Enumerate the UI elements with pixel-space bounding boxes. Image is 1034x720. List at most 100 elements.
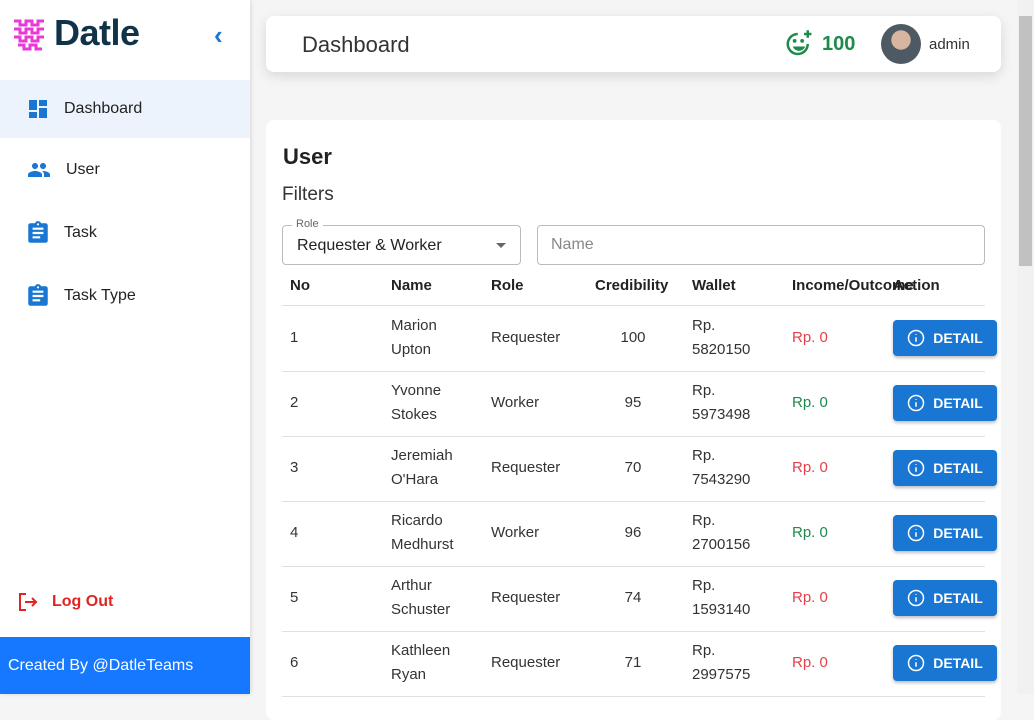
- name-first: Marion: [391, 317, 437, 334]
- wallet-prefix: Rp.: [692, 382, 716, 399]
- name-first: Jeremiah: [391, 447, 453, 464]
- cell-income-outcome: Rp. 0: [792, 524, 828, 541]
- cell-role: Requester: [491, 654, 561, 671]
- score-value: 100: [822, 32, 856, 55]
- logout-icon: [19, 593, 38, 611]
- clipboard-icon: [28, 284, 48, 306]
- cell-no: 4: [290, 524, 299, 541]
- table-row: 6 Kathleen Ryan Requester 71 Rp. 2997575 R…: [266, 631, 1001, 696]
- column-header-credibility: Credibility: [595, 277, 669, 294]
- detail-button[interactable]: DETAIL: [893, 515, 997, 551]
- wallet-amount: 2700156: [692, 536, 751, 553]
- scrollbar-thumb[interactable]: [1019, 16, 1032, 266]
- column-header-wallet: Wallet: [692, 277, 736, 294]
- collapse-sidebar-button[interactable]: ‹: [214, 20, 223, 51]
- detail-button[interactable]: DETAIL: [893, 385, 997, 421]
- name-first: Arthur: [391, 577, 432, 594]
- wallet-amount: 2997575: [692, 666, 751, 683]
- info-icon: [907, 459, 925, 477]
- table-row: 3 Jeremiah O'Hara Requester 70 Rp. 7543290…: [266, 436, 1001, 501]
- detail-label: DETAIL: [933, 525, 983, 541]
- wallet-amount: 1593140: [692, 601, 751, 618]
- sidebar: Datle ‹ Dashboard User Task Task Type Lo…: [0, 0, 250, 694]
- scrollbar[interactable]: [1017, 0, 1034, 694]
- info-icon: [907, 524, 925, 542]
- detail-button[interactable]: DETAIL: [893, 320, 997, 356]
- table-row: 1 Marion Upton Requester 100 Rp. 5820150 R…: [266, 306, 1001, 371]
- cell-income-outcome: Rp. 0: [792, 459, 828, 476]
- score-display: 100: [784, 29, 855, 59]
- role-select-value: Requester & Worker: [297, 237, 442, 254]
- avatar[interactable]: [881, 24, 921, 64]
- role-select-label: Role: [292, 218, 323, 230]
- brand-name: Datle: [54, 12, 140, 53]
- cell-role: Worker: [491, 394, 540, 411]
- column-header-no: No: [290, 277, 310, 294]
- wallet-amount: 7543290: [692, 471, 751, 488]
- wallet-prefix: Rp.: [692, 447, 716, 464]
- sidebar-item-task[interactable]: Task: [0, 204, 250, 262]
- name-first: Kathleen: [391, 642, 451, 659]
- role-select[interactable]: Role Requester & Worker: [282, 218, 521, 265]
- column-header-action: Action: [893, 277, 940, 294]
- sidebar-item-task-type[interactable]: Task Type: [0, 267, 250, 325]
- clipboard-icon: [28, 221, 48, 243]
- cell-no: 3: [290, 459, 299, 476]
- cell-credibility: 100: [620, 329, 646, 346]
- cell-wallet: Rp. 1593140: [692, 574, 750, 622]
- logout-label: Log Out: [52, 593, 114, 610]
- cell-credibility: 96: [624, 524, 642, 541]
- sidebar-item-label: User: [66, 161, 100, 178]
- sidebar-item-user[interactable]: User: [0, 141, 250, 199]
- cell-name: Arthur Schuster: [391, 574, 450, 622]
- cell-income-outcome: Rp. 0: [792, 654, 828, 671]
- top-bar: Dashboard 100 admin: [266, 16, 1001, 72]
- wallet-amount: 5820150: [692, 341, 751, 358]
- footer-credit: Created By @DatleTeams: [0, 637, 250, 694]
- cell-credibility: 70: [624, 459, 642, 476]
- wallet-amount: 5973498: [692, 406, 751, 423]
- detail-button[interactable]: DETAIL: [893, 580, 997, 616]
- wallet-prefix: Rp.: [692, 317, 716, 334]
- cell-credibility: 95: [624, 394, 642, 411]
- sidebar-item-label: Task Type: [64, 287, 136, 304]
- name-last: Schuster: [391, 601, 451, 618]
- cell-no: 5: [290, 589, 299, 606]
- section-title: User: [283, 144, 332, 169]
- info-icon: [907, 589, 925, 607]
- sidebar-item-dashboard[interactable]: Dashboard: [0, 80, 250, 138]
- cell-credibility: 74: [624, 589, 642, 606]
- table-row: 5 Arthur Schuster Requester 74 Rp. 1593140…: [266, 566, 1001, 631]
- cell-name: Jeremiah O'Hara: [391, 444, 453, 492]
- column-header-name: Name: [391, 277, 432, 294]
- username[interactable]: admin: [929, 36, 970, 53]
- cell-wallet: Rp. 5973498: [692, 379, 750, 427]
- logout-button[interactable]: Log Out: [16, 590, 113, 614]
- cell-role: Worker: [491, 524, 540, 541]
- cell-name: Yvonne Stokes: [391, 379, 441, 427]
- sidebar-item-label: Dashboard: [64, 100, 143, 117]
- wallet-prefix: Rp.: [692, 512, 716, 529]
- detail-label: DETAIL: [933, 590, 983, 606]
- cell-role: Requester: [491, 329, 561, 346]
- info-icon: [907, 329, 925, 347]
- sidebar-item-label: Task: [64, 224, 97, 241]
- column-header-role: Role: [491, 277, 524, 294]
- detail-button[interactable]: DETAIL: [893, 450, 997, 486]
- cell-income-outcome: Rp. 0: [792, 329, 828, 346]
- name-search-input[interactable]: [537, 225, 985, 265]
- cell-role: Requester: [491, 459, 561, 476]
- cell-name: Marion Upton: [391, 314, 437, 362]
- cell-wallet: Rp. 5820150: [692, 314, 750, 362]
- detail-button[interactable]: DETAIL: [893, 645, 997, 681]
- cell-wallet: Rp. 2700156: [692, 509, 750, 557]
- detail-label: DETAIL: [933, 460, 983, 476]
- cell-role: Requester: [491, 589, 561, 606]
- logo[interactable]: Datle: [12, 12, 140, 54]
- name-first: Ricardo: [391, 512, 443, 529]
- name-last: Ryan: [391, 666, 427, 683]
- wallet-prefix: Rp.: [692, 642, 716, 659]
- dropdown-caret-icon: [496, 243, 506, 253]
- cell-name: Ricardo Medhurst: [391, 509, 454, 557]
- cell-no: 1: [290, 329, 299, 346]
